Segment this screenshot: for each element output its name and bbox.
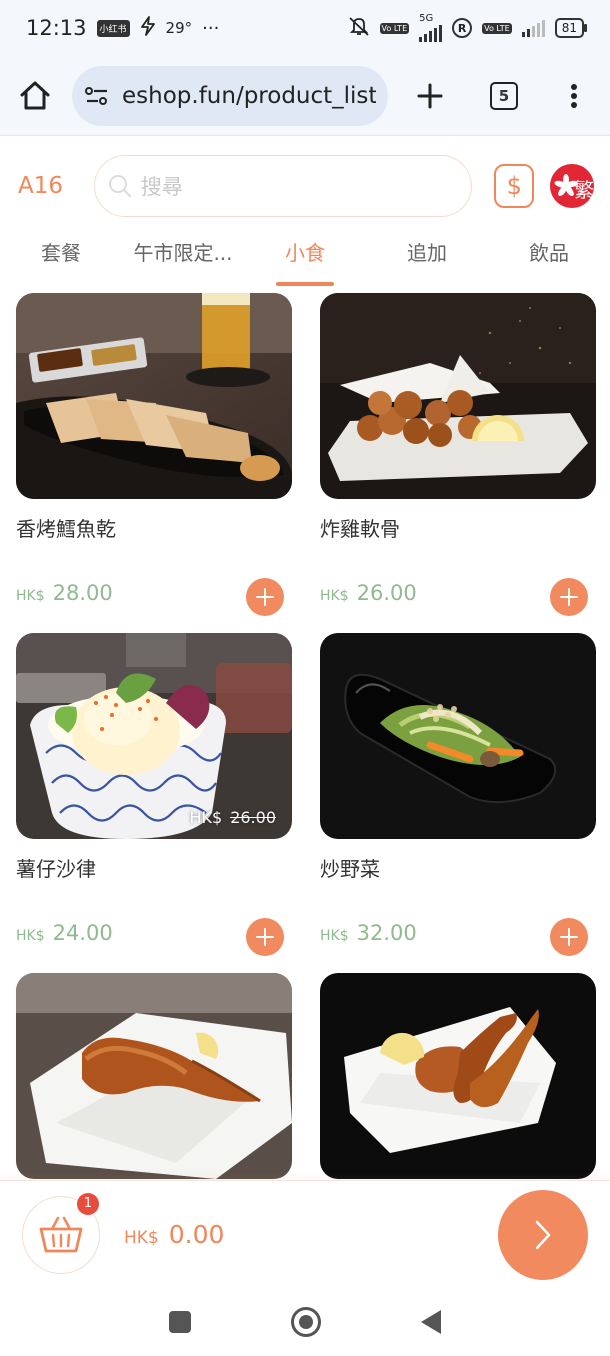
search-input[interactable]: 搜尋 (93, 155, 473, 217)
product-price: HK$ 24.00 (16, 921, 113, 945)
product-image[interactable]: HK$ 26.00 (16, 633, 292, 839)
cart-button[interactable]: 1 (22, 1192, 100, 1274)
volte-icon: Vo LTE (379, 22, 410, 34)
original-currency: HK$ (189, 808, 223, 827)
language-switch-button[interactable]: 繁 (550, 164, 594, 208)
table-number: A16 (18, 173, 64, 199)
temperature: 29° (165, 19, 193, 37)
signal-bars-icon (419, 24, 443, 42)
status-bar: 12:13 小红书 29° ··· Vo LTE 5G R Vo LTE 81 (0, 0, 610, 56)
add-to-cart-button[interactable] (550, 918, 588, 956)
add-to-cart-button[interactable] (550, 578, 588, 616)
address-bar[interactable]: eshop.fun/product_list? (72, 65, 388, 126)
tab-lunch-limited[interactable]: 午市限定... (122, 235, 244, 287)
app-badge-icon: 小红书 (96, 19, 130, 37)
member-points-button[interactable]: $ (494, 164, 535, 208)
mute-icon (348, 16, 370, 40)
browser-toolbar: eshop.fun/product_list? 5 (0, 56, 610, 136)
recent-apps-button[interactable] (169, 1311, 191, 1333)
plus-icon (560, 588, 578, 606)
product-image[interactable] (320, 633, 596, 839)
product-price: HK$ 26.00 (320, 581, 417, 605)
tab-add-on[interactable]: 追加 (366, 235, 488, 287)
basket-icon (39, 1216, 83, 1252)
cart-currency: HK$ (124, 1228, 159, 1248)
home-icon[interactable] (18, 80, 52, 112)
add-to-cart-button[interactable] (246, 918, 284, 956)
site-settings-icon[interactable] (84, 85, 110, 107)
tab-snacks[interactable]: 小食 (244, 235, 366, 287)
language-label: 繁 (574, 178, 594, 202)
url-text[interactable]: eshop.fun/product_list? (122, 83, 376, 109)
tab-drinks[interactable]: 飲品 (488, 235, 610, 287)
tab-switcher-button[interactable]: 5 (490, 81, 518, 110)
price-value: 24.00 (52, 921, 113, 945)
product-image[interactable] (320, 293, 596, 499)
plus-icon (560, 928, 578, 946)
signal-bars-icon-2 (521, 19, 545, 37)
product-name: 薯仔沙律 (16, 857, 96, 881)
roaming-icon: R (452, 18, 473, 38)
plus-icon (256, 928, 274, 946)
battery-indicator: 81 (554, 18, 588, 38)
cart-total: HK$ 0.00 (124, 1220, 224, 1249)
cart-total-value: 0.00 (168, 1220, 225, 1249)
search-icon (107, 173, 133, 199)
volte-icon-2: Vo LTE (482, 22, 512, 34)
original-price: HK$ 26.00 (189, 808, 276, 827)
system-nav-bar (0, 1288, 610, 1356)
price-value: 32.00 (356, 921, 417, 945)
product-image[interactable] (16, 293, 292, 499)
status-time: 12:13 (26, 16, 87, 40)
product-image[interactable] (320, 973, 596, 1179)
app-header: A16 搜尋 $ 繁 (0, 137, 610, 235)
category-tabs: 套餐 午市限定... 小食 追加 飲品 (0, 235, 610, 287)
new-tab-icon[interactable] (416, 82, 444, 110)
product-card[interactable]: 炒野菜 HK$ 32.00 (320, 633, 596, 956)
product-card[interactable]: 香烤鱈魚乾 HK$ 28.00 (16, 293, 292, 616)
flash-icon (140, 15, 156, 41)
plus-icon (256, 588, 274, 606)
price-currency: HK$ (320, 928, 349, 944)
tab-set-meal[interactable]: 套餐 (0, 235, 122, 287)
product-name: 香烤鱈魚乾 (16, 517, 116, 541)
signal-5g: 5G (419, 13, 443, 42)
cart-bar: 1 HK$ 0.00 (0, 1180, 610, 1288)
product-image[interactable] (16, 973, 292, 1179)
home-button[interactable] (291, 1307, 321, 1337)
back-button[interactable] (421, 1310, 441, 1334)
price-currency: HK$ (16, 928, 45, 944)
network-type: 5G (419, 13, 434, 24)
more-indicator: ··· (202, 17, 220, 39)
product-price: HK$ 32.00 (320, 921, 417, 945)
price-value: 26.00 (356, 581, 417, 605)
chevron-right-icon (535, 1220, 551, 1249)
checkout-button[interactable] (498, 1189, 588, 1280)
price-currency: HK$ (16, 588, 45, 604)
product-card[interactable]: HK$ 26.00 薯仔沙律 HK$ 24.00 (16, 633, 292, 956)
product-price: HK$ 28.00 (16, 581, 113, 605)
product-card[interactable]: 炸雞軟骨 HK$ 26.00 (320, 293, 596, 616)
product-name: 炸雞軟骨 (320, 517, 400, 541)
more-menu-icon[interactable] (570, 83, 578, 109)
dollar-icon: $ (506, 172, 522, 200)
add-to-cart-button[interactable] (246, 578, 284, 616)
original-price-value: 26.00 (230, 808, 276, 827)
price-currency: HK$ (320, 588, 349, 604)
product-name: 炒野菜 (320, 857, 380, 881)
search-placeholder: 搜尋 (140, 175, 183, 199)
price-value: 28.00 (52, 581, 113, 605)
cart-count-badge: 1 (77, 1192, 99, 1215)
